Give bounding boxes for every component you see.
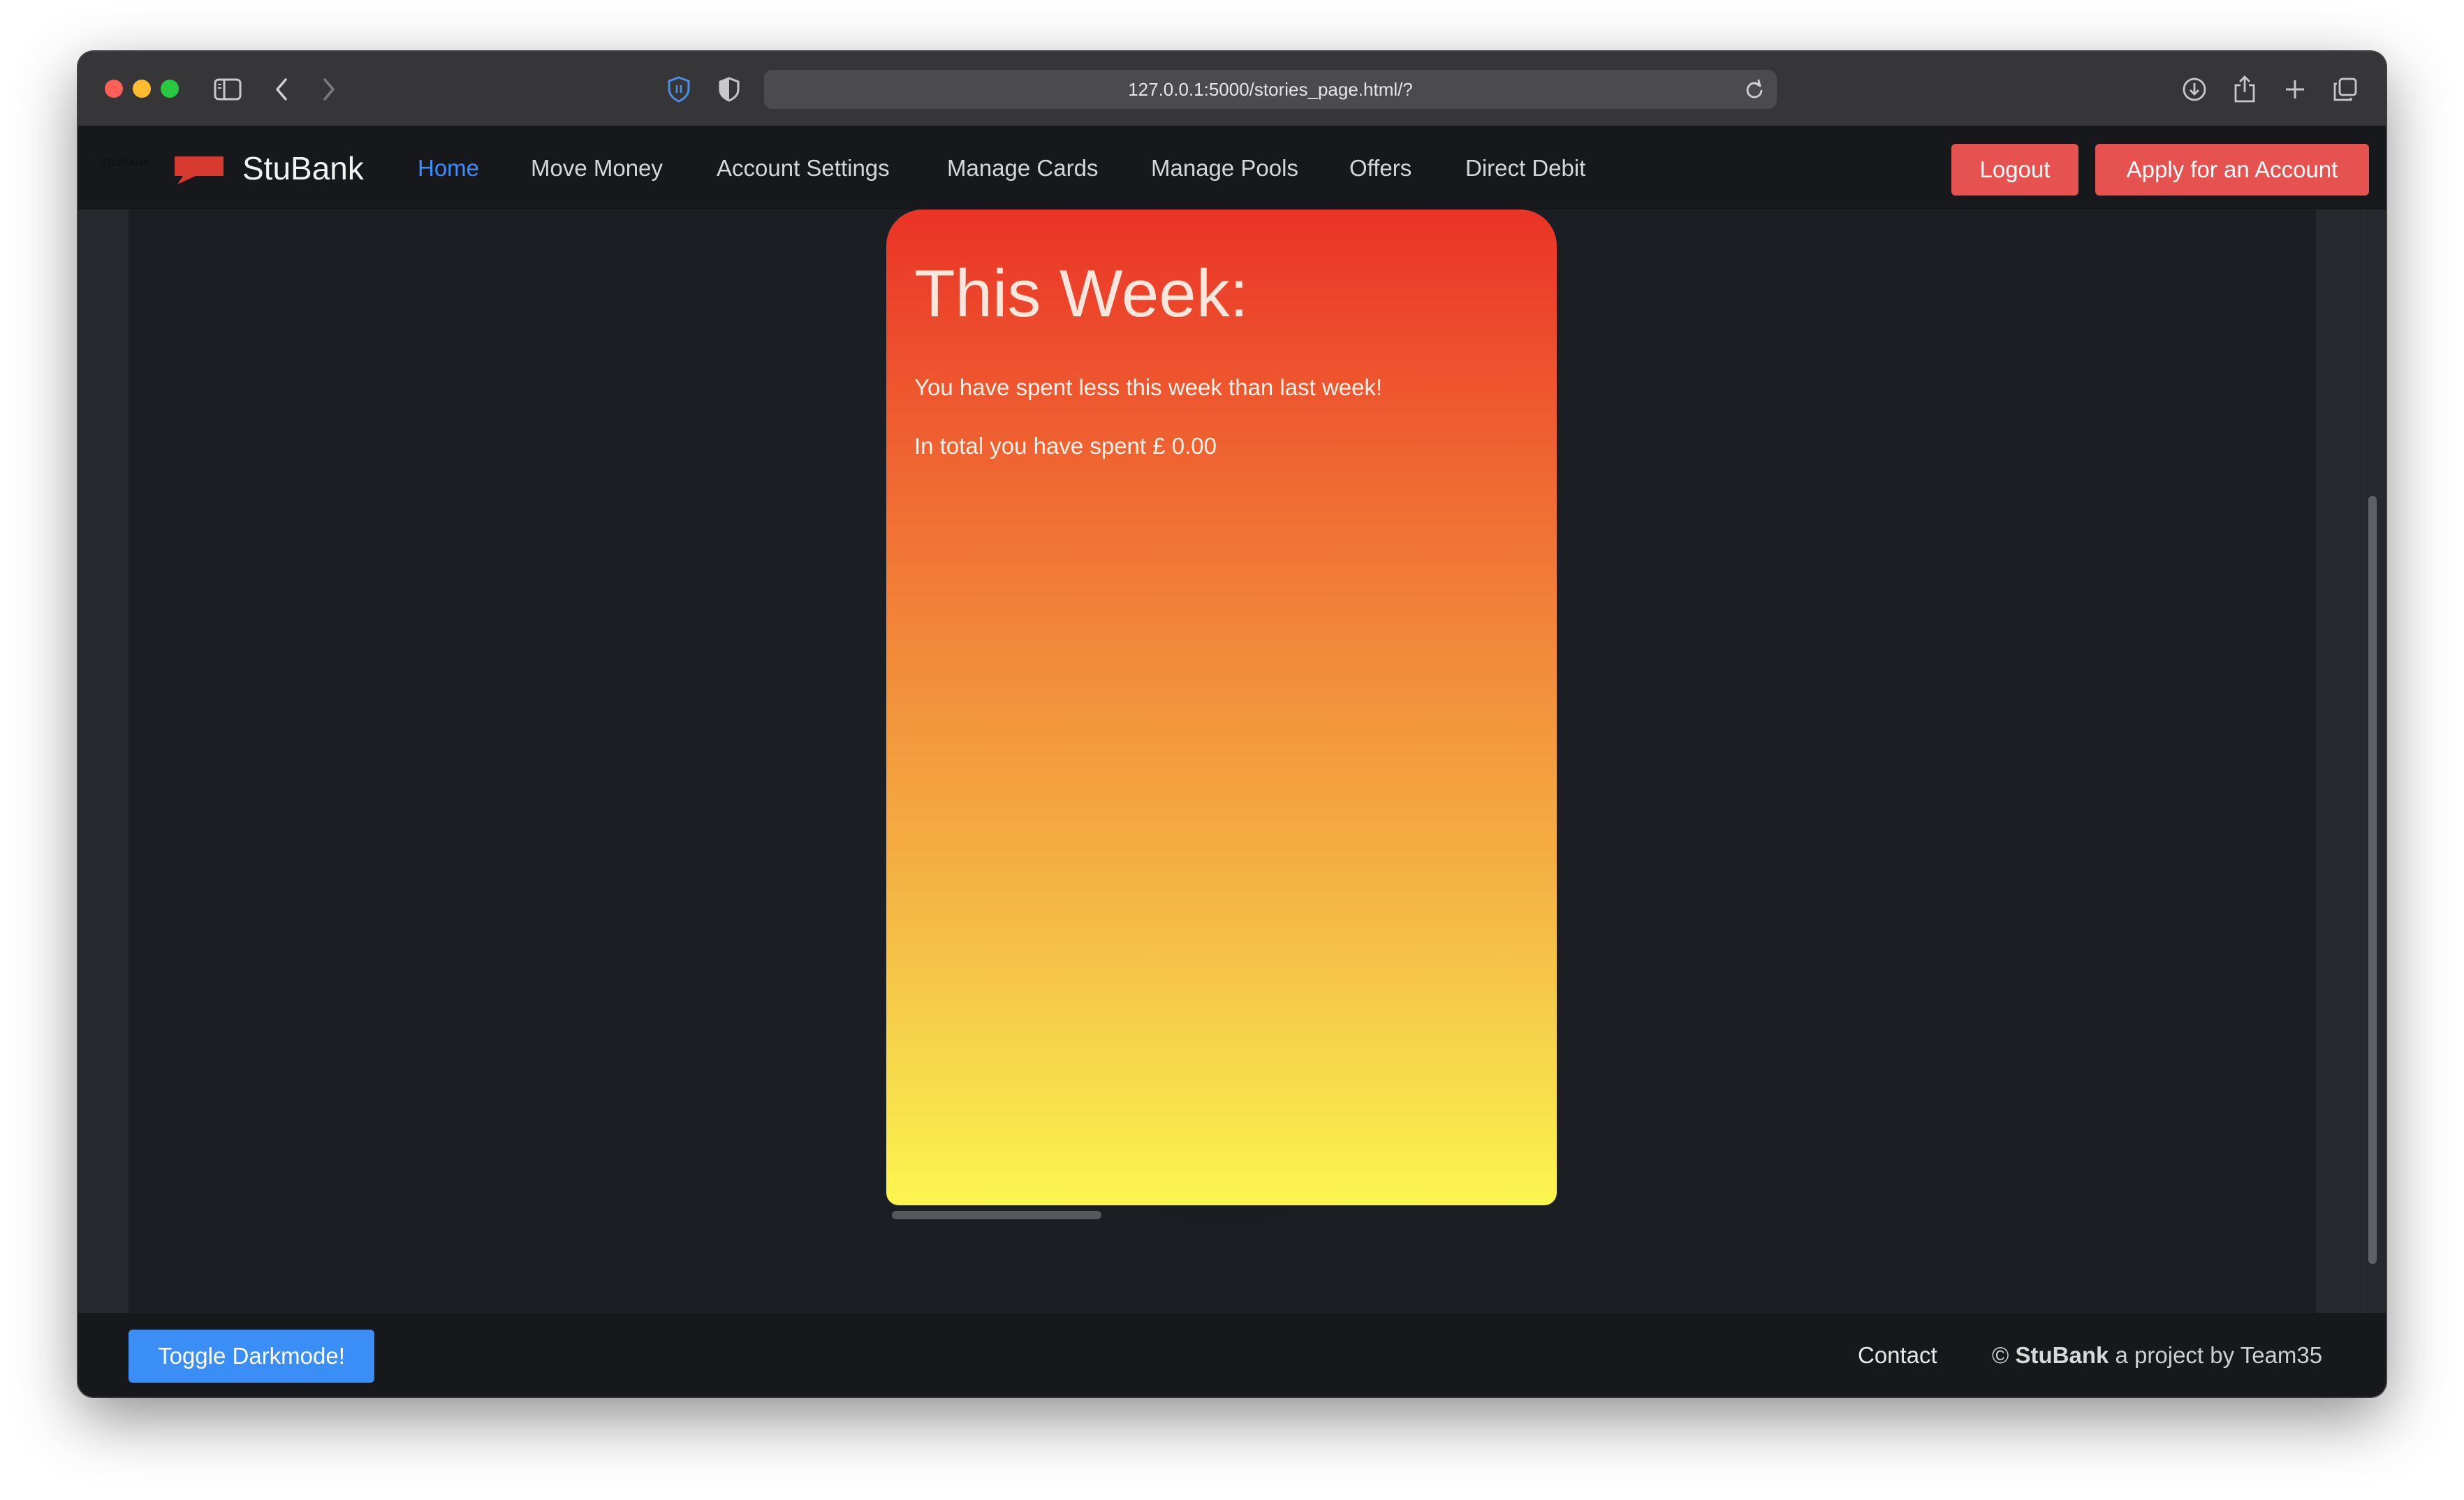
- site-footer: Toggle Darkmode! Contact © StuBank a pro…: [78, 1313, 2386, 1397]
- browser-toolbar: 127.0.0.1:5000/stories_page.html/?: [78, 52, 2386, 126]
- footer-brand: StuBank: [2015, 1342, 2109, 1368]
- story-title: This Week:: [914, 256, 1249, 331]
- main-content: This Week: You have spent less this week…: [78, 196, 2386, 1313]
- story-total-spent: In total you have spent £ 0.00: [914, 433, 1217, 459]
- logout-button[interactable]: Logout: [1951, 144, 2078, 196]
- close-window-button[interactable]: [105, 80, 123, 98]
- nav-home[interactable]: Home: [418, 155, 479, 182]
- sidebar-toggle-icon[interactable]: [212, 74, 243, 105]
- horizontal-scrollbar[interactable]: [892, 1211, 1101, 1219]
- nav-manage-pools[interactable]: Manage Pools: [1151, 155, 1298, 182]
- nav-move-money[interactable]: Move Money: [531, 155, 663, 182]
- apply-account-button[interactable]: Apply for an Account: [2095, 144, 2369, 196]
- back-icon[interactable]: [270, 74, 293, 105]
- story-card[interactable]: This Week: You have spent less this week…: [886, 209, 1557, 1205]
- url-text: 127.0.0.1:5000/stories_page.html/?: [1128, 78, 1413, 100]
- zoom-window-button[interactable]: [161, 80, 179, 98]
- nav-direct-debit[interactable]: Direct Debit: [1465, 155, 1585, 182]
- nav-manage-cards[interactable]: Manage Cards: [947, 155, 1098, 182]
- footer-copyright: © StuBank a project by Team35: [1992, 1342, 2322, 1369]
- toggle-darkmode-button[interactable]: Toggle Darkmode!: [129, 1330, 374, 1383]
- privacy-shield-icon[interactable]: [665, 74, 693, 105]
- forward-icon[interactable]: [317, 74, 341, 105]
- copyright-icon: ©: [1992, 1342, 2009, 1368]
- downloads-icon[interactable]: [2180, 74, 2208, 105]
- new-tab-icon[interactable]: [2281, 74, 2309, 105]
- nav-account-settings[interactable]: Account Settings: [717, 155, 890, 182]
- tab-overview-icon[interactable]: [2331, 74, 2359, 105]
- share-icon[interactable]: [2231, 74, 2259, 105]
- svg-text:STUBANK: STUBANK: [99, 157, 150, 169]
- scrollbar-thumb[interactable]: [2368, 496, 2377, 1264]
- story-spending-comparison: You have spent less this week than last …: [914, 374, 1383, 400]
- content-blocker-icon[interactable]: [715, 74, 743, 105]
- nav-offers[interactable]: Offers: [1349, 155, 1411, 182]
- minimize-window-button[interactable]: [133, 80, 151, 98]
- footer-tagline: a project by Team35: [2115, 1342, 2323, 1368]
- stubank-logo[interactable]: STUBANK: [99, 154, 239, 186]
- left-gutter: [78, 209, 129, 1313]
- browser-window: 127.0.0.1:5000/stories_page.html/? STUBA…: [78, 52, 2386, 1397]
- address-bar[interactable]: 127.0.0.1:5000/stories_page.html/?: [764, 70, 1777, 109]
- contact-link[interactable]: Contact: [1858, 1342, 1937, 1369]
- vertical-scrollbar[interactable]: [2363, 209, 2382, 1313]
- brand-name[interactable]: StuBank: [242, 149, 364, 187]
- reload-icon[interactable]: [1745, 79, 1764, 105]
